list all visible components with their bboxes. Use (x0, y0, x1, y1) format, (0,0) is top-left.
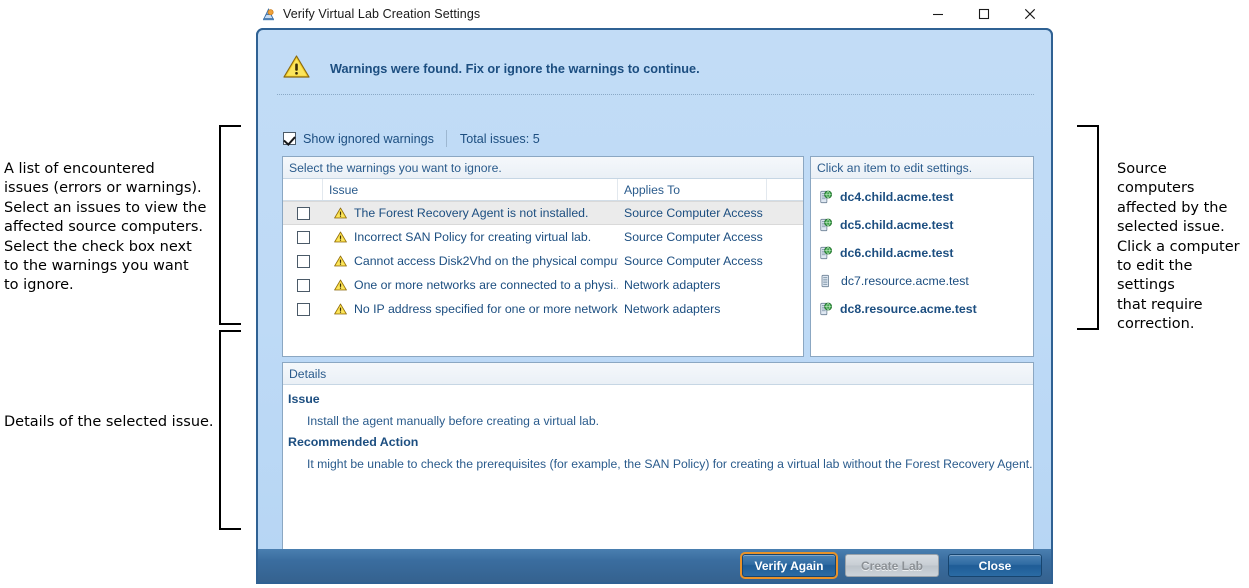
list-item[interactable]: dc6.child.acme.test (811, 239, 1033, 267)
issues-list: The Forest Recovery Agent is not install… (283, 201, 803, 321)
details-action-heading: Recommended Action (288, 435, 419, 449)
checkbox[interactable] (296, 230, 310, 244)
issue-ignore-checkbox[interactable] (283, 278, 323, 292)
checkbox[interactable] (296, 278, 310, 292)
applies-to-cell: Network adapters (624, 278, 721, 292)
warning-banner: Warnings were found. Fix or ignore the w… (277, 43, 1034, 95)
computers-panel-header: Click an item to edit settings. (811, 157, 1033, 179)
annotation-left-bottom: Details of the selected issue. (4, 414, 214, 430)
issue-cell: Incorrect SAN Policy for creating virtua… (323, 230, 618, 244)
server-globe-icon (819, 246, 833, 260)
title-bar: Verify Virtual Lab Creation Settings (253, 0, 1053, 28)
column-header-extra[interactable] (767, 179, 803, 200)
server-icon (820, 274, 831, 288)
bracket-right (1077, 125, 1099, 330)
column-header-applies-to[interactable]: Applies To (618, 179, 767, 200)
issue-ignore-checkbox[interactable] (283, 302, 323, 316)
issue-text: No IP address specified for one or more … (354, 302, 618, 316)
details-issue-heading: Issue (288, 392, 320, 406)
issues-column-headers: Issue Applies To (283, 179, 803, 201)
issue-cell: No IP address specified for one or more … (323, 302, 618, 316)
issue-text: Incorrect SAN Policy for creating virtua… (354, 230, 592, 244)
dialog-frame: Warnings were found. Fix or ignore the w… (256, 28, 1053, 584)
column-header-checkbox[interactable] (283, 179, 323, 200)
verify-again-button[interactable]: Verify Again (740, 552, 838, 579)
applies-to-cell: Network adapters (624, 302, 721, 316)
column-header-issue[interactable]: Issue (323, 179, 618, 200)
issue-text: The Forest Recovery Agent is not install… (354, 206, 589, 220)
list-item[interactable]: dc4.child.acme.test (811, 183, 1033, 211)
show-ignored-warnings-label[interactable]: Show ignored warnings (303, 132, 434, 146)
warning-banner-text: Warnings were found. Fix or ignore the w… (330, 61, 700, 76)
computers-panel: Click an item to edit settings. dc4.chil… (810, 156, 1034, 357)
dialog-body: Warnings were found. Fix or ignore the w… (256, 28, 1053, 558)
issue-text: Cannot access Disk2Vhd on the physical c… (354, 254, 618, 268)
computer-name: dc7.resource.acme.test (841, 274, 969, 288)
app-icon (260, 6, 277, 23)
table-row[interactable]: No IP address specified for one or more … (283, 297, 803, 321)
applies-to-cell: Source Computer Access (624, 206, 763, 220)
bracket-left-top (219, 125, 241, 325)
table-row[interactable]: The Forest Recovery Agent is not install… (283, 201, 803, 225)
warning-triangle-icon (334, 231, 347, 243)
computer-name: dc8.resource.acme.test (840, 302, 977, 316)
warning-triangle-icon (334, 279, 347, 291)
computer-name: dc4.child.acme.test (840, 190, 954, 204)
server-globe-icon (819, 302, 833, 316)
screenshot-root: A list of encountered issues (errors or … (0, 0, 1249, 588)
annotation-right: Source computers affected by the selecte… (1117, 161, 1240, 333)
warning-triangle-icon (334, 303, 347, 315)
computer-name: dc5.child.acme.test (840, 218, 954, 232)
checkbox[interactable] (296, 254, 310, 268)
applies-to-cell: Source Computer Access (624, 230, 763, 244)
table-row[interactable]: One or more networks are connected to a … (283, 273, 803, 297)
total-issues-label: Total issues: 5 (459, 131, 540, 146)
options-row: Show ignored warnings Total issues: 5 (283, 129, 540, 148)
issues-panel: Select the warnings you want to ignore. … (282, 156, 804, 357)
server-globe-icon (819, 218, 833, 232)
annotation-left-top: A list of encountered issues (errors or … (4, 161, 207, 294)
issue-ignore-checkbox[interactable] (283, 206, 323, 220)
warning-triangle-icon (334, 207, 347, 219)
issues-panel-header: Select the warnings you want to ignore. (283, 157, 803, 179)
list-item[interactable]: dc7.resource.acme.test (811, 267, 1033, 295)
dialog-footer: Verify Again Create Lab Close (256, 549, 1053, 584)
table-row[interactable]: Cannot access Disk2Vhd on the physical c… (283, 249, 803, 273)
computer-name: dc6.child.acme.test (840, 246, 954, 260)
computers-list: dc4.child.acme.test dc5.child.acme.test dc… (811, 179, 1033, 323)
window-title: Verify Virtual Lab Creation Settings (283, 7, 481, 21)
maximize-icon[interactable] (961, 0, 1007, 28)
details-panel: Details Issue Install the agent manually… (282, 362, 1034, 558)
server-globe-icon (819, 190, 833, 204)
checkbox[interactable] (296, 302, 310, 316)
details-action-text: It might be unable to check the prerequi… (307, 457, 1033, 471)
show-ignored-warnings-checkbox[interactable] (283, 132, 296, 145)
applies-to-cell: Source Computer Access (624, 254, 763, 268)
issue-text: One or more networks are connected to a … (354, 278, 618, 292)
details-panel-header: Details (283, 363, 1033, 385)
table-row[interactable]: Incorrect SAN Policy for creating virtua… (283, 225, 803, 249)
checkbox[interactable] (296, 206, 310, 220)
issue-cell: Cannot access Disk2Vhd on the physical c… (323, 254, 618, 268)
list-item[interactable]: dc5.child.acme.test (811, 211, 1033, 239)
warning-triangle-icon (283, 54, 310, 84)
details-issue-text: Install the agent manually before creati… (307, 414, 599, 428)
create-lab-button: Create Lab (845, 554, 939, 577)
minimize-icon[interactable] (915, 0, 961, 28)
warning-triangle-icon (334, 255, 347, 267)
options-divider (445, 130, 447, 147)
list-item[interactable]: dc8.resource.acme.test (811, 295, 1033, 323)
issue-ignore-checkbox[interactable] (283, 254, 323, 268)
bracket-left-bottom (219, 330, 241, 530)
issue-cell: One or more networks are connected to a … (323, 278, 618, 292)
dialog-window: Verify Virtual Lab Creation Settings War… (253, 0, 1053, 588)
close-button[interactable]: Close (948, 554, 1042, 577)
close-icon[interactable] (1007, 0, 1053, 28)
issue-cell: The Forest Recovery Agent is not install… (323, 206, 618, 220)
issue-ignore-checkbox[interactable] (283, 230, 323, 244)
